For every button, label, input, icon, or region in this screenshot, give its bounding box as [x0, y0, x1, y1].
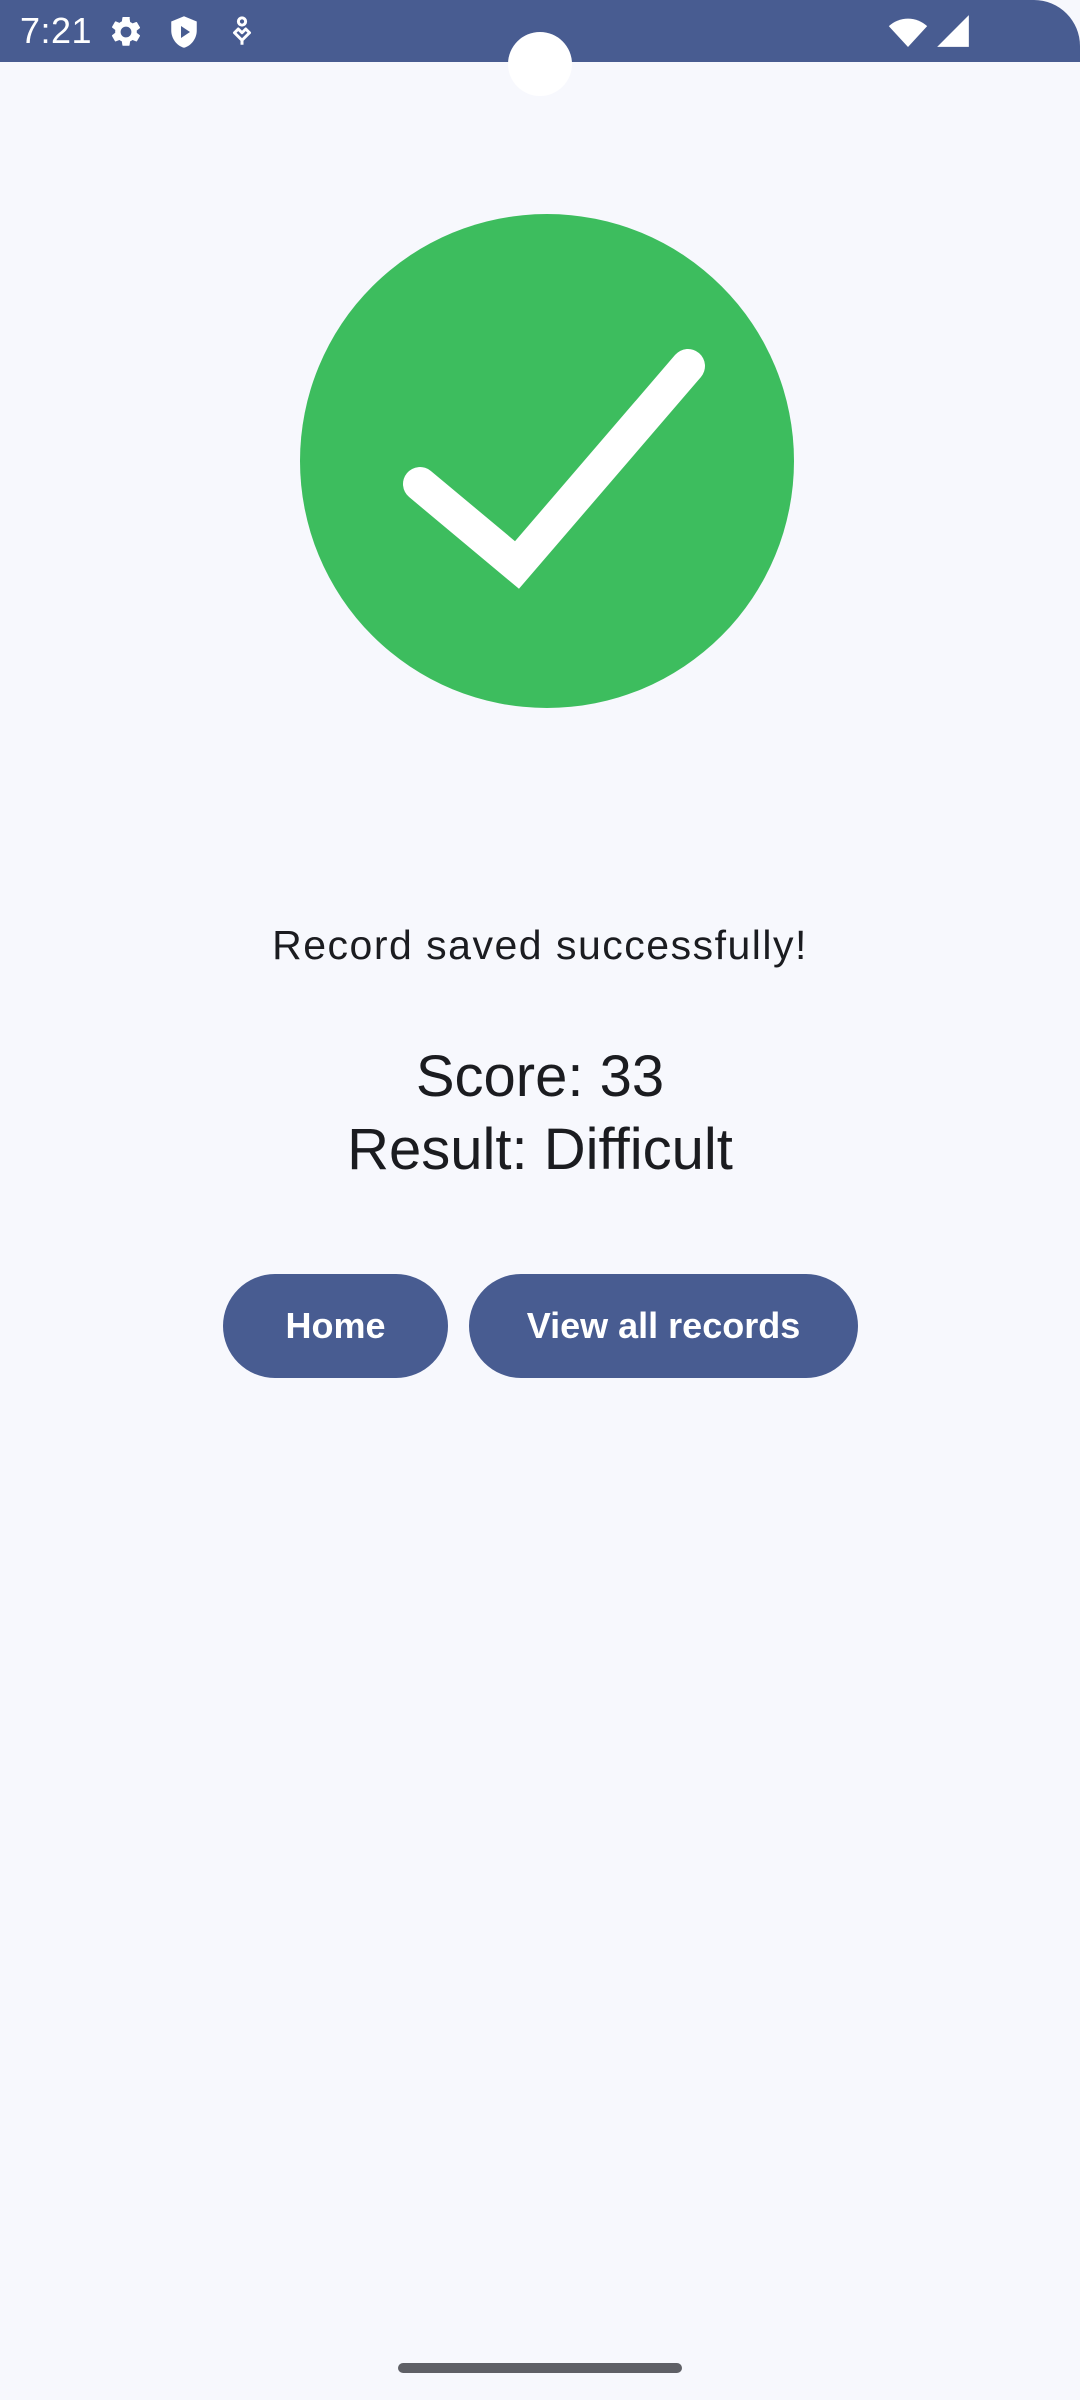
- check-circle-icon: [300, 214, 794, 708]
- score-text: Score: 33: [415, 1044, 665, 1109]
- cellular-signal-icon: [937, 15, 969, 47]
- view-all-records-button-label: View all records: [526, 1305, 801, 1346]
- view-all-records-button[interactable]: View all records: [469, 1274, 858, 1378]
- status-time: 7:21: [20, 10, 93, 51]
- home-button[interactable]: Home: [223, 1274, 448, 1378]
- camera-cutout: [508, 32, 572, 96]
- shield-play-icon: [171, 16, 197, 48]
- gear-icon: [111, 16, 141, 46]
- wifi-icon: [888, 18, 928, 47]
- gesture-home-indicator[interactable]: [398, 2363, 682, 2373]
- home-button-label: Home: [285, 1305, 386, 1346]
- success-message: Record saved successfully!: [272, 922, 808, 968]
- accessibility-icon: [233, 16, 251, 45]
- result-text: Result: Difficult: [347, 1117, 733, 1182]
